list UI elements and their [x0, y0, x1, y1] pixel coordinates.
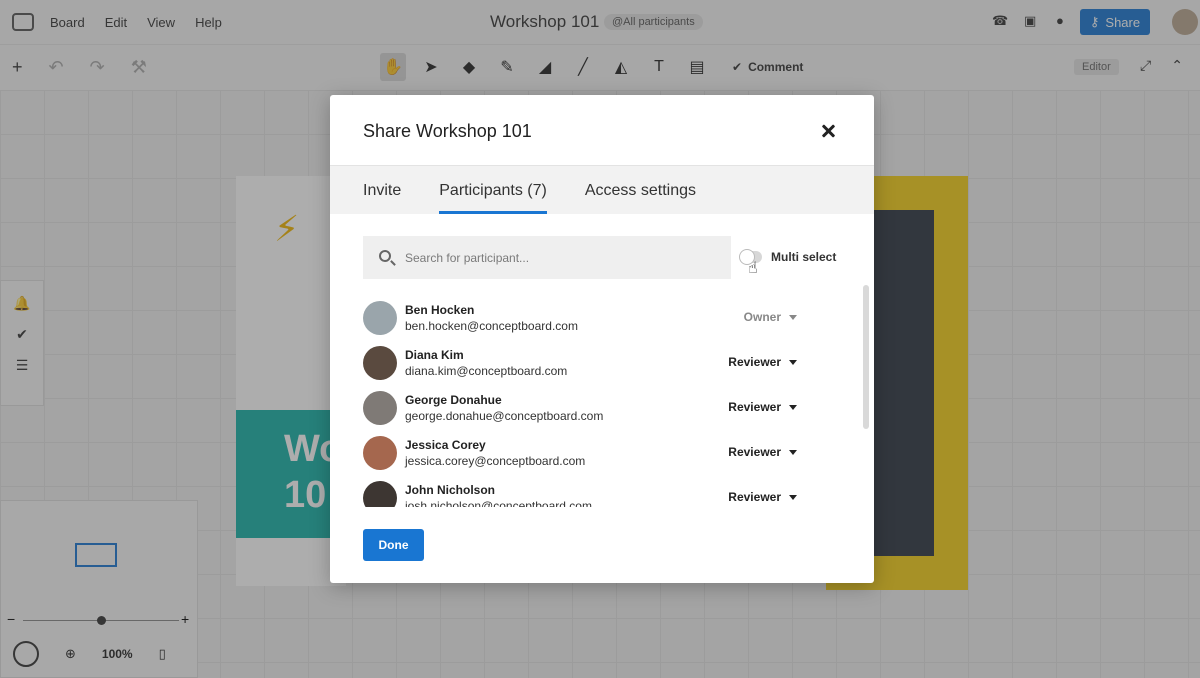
chevron-down-icon: [789, 359, 797, 365]
list-item: George Donahue george.donahue@conceptboa…: [363, 385, 827, 430]
participant-name: John Nicholson: [405, 483, 495, 497]
chevron-down-icon: [789, 449, 797, 455]
chevron-down-icon: [789, 314, 797, 320]
participant-email: jessica.corey@conceptboard.com: [405, 454, 586, 468]
participant-name: Jessica Corey: [405, 438, 486, 452]
search-icon: [379, 250, 391, 262]
avatar: [363, 346, 397, 380]
done-button[interactable]: Done: [363, 529, 424, 561]
role-label: Reviewer: [728, 490, 781, 504]
participant-name: George Donahue: [405, 393, 502, 407]
multi-select-label[interactable]: Multi select: [771, 250, 836, 264]
tab-invite[interactable]: Invite: [363, 182, 401, 214]
role-label: Reviewer: [728, 445, 781, 459]
participant-name: Ben Hocken: [405, 303, 475, 317]
participant-email: ben.hocken@conceptboard.com: [405, 319, 578, 333]
dialog-tabs: Invite Participants (7) Access settings: [330, 166, 874, 214]
share-dialog: Share Workshop 101 Invite Participants (…: [330, 95, 874, 583]
chevron-down-icon: [789, 404, 797, 410]
participant-email: josh.nicholson@conceptboard.com: [405, 499, 592, 507]
scrollbar-thumb[interactable]: [863, 285, 869, 429]
search-box: [363, 236, 731, 279]
tab-participants[interactable]: Participants (7): [439, 182, 547, 214]
role-label: Reviewer: [728, 400, 781, 414]
chevron-down-icon: [789, 494, 797, 500]
participant-name: Diana Kim: [405, 348, 464, 362]
role-label: Reviewer: [728, 355, 781, 369]
dialog-title: Share Workshop 101: [363, 121, 532, 141]
participant-email: diana.kim@conceptboard.com: [405, 364, 568, 378]
participant-email: george.donahue@conceptboard.com: [405, 409, 604, 423]
role-label: Owner: [743, 310, 781, 324]
avatar: [363, 436, 397, 470]
role-dropdown[interactable]: Reviewer: [728, 400, 797, 414]
participant-search-input[interactable]: [405, 236, 715, 279]
role-dropdown[interactable]: Reviewer: [728, 355, 797, 369]
list-item: Diana Kim diana.kim@conceptboard.com Rev…: [363, 340, 827, 385]
list-item: Ben Hocken ben.hocken@conceptboard.com O…: [363, 295, 827, 340]
list-scrollbar[interactable]: [863, 285, 869, 505]
dialog-header: Share Workshop 101: [330, 95, 874, 166]
avatar: [363, 391, 397, 425]
list-item: John Nicholson josh.nicholson@conceptboa…: [363, 475, 827, 507]
tab-access-settings[interactable]: Access settings: [585, 182, 696, 214]
avatar: [363, 301, 397, 335]
list-item: Jessica Corey jessica.corey@conceptboard…: [363, 430, 827, 475]
participant-list: Ben Hocken ben.hocken@conceptboard.com O…: [363, 295, 827, 507]
role-dropdown[interactable]: Reviewer: [728, 445, 797, 459]
avatar: [363, 481, 397, 507]
close-icon[interactable]: [818, 121, 838, 141]
role-dropdown[interactable]: Owner: [744, 310, 797, 324]
role-dropdown[interactable]: Reviewer: [728, 490, 797, 504]
search-row: Multi select ☝: [330, 214, 874, 282]
pointer-hand-icon: ☝: [748, 260, 758, 277]
